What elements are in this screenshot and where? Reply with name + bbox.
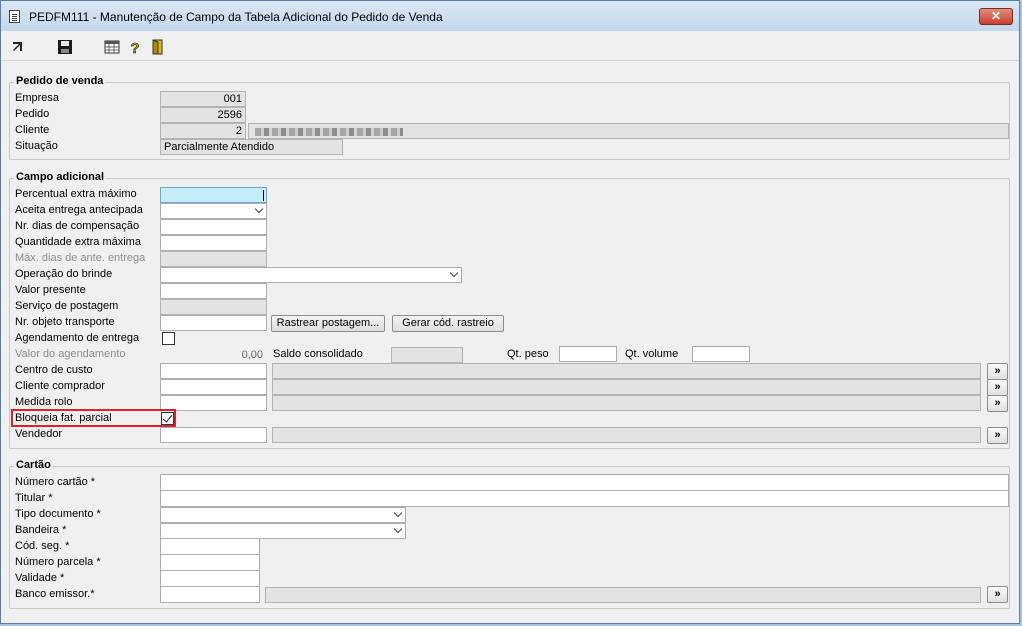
title-bar: PEDFM111 - Manutenção de Campo da Tabela…	[1, 1, 1019, 31]
percentual-input[interactable]	[160, 187, 267, 203]
chevron-down-icon	[393, 508, 403, 518]
toolbar: ?	[1, 31, 1019, 61]
qtd-extra-label: Quantidade extra máxima	[15, 236, 141, 248]
cliente-comprador-label: Cliente comprador	[15, 380, 105, 392]
centro-lookup-button[interactable]: »	[987, 363, 1008, 380]
bloqueia-label: Bloqueia fat. parcial	[15, 412, 112, 424]
qtd-extra-input[interactable]	[160, 235, 267, 251]
chevron-down-icon	[449, 268, 459, 278]
bandeira-select[interactable]	[160, 523, 406, 539]
qt-volume-label: Qt. volume	[625, 348, 679, 360]
nr-objeto-label: Nr. objeto transporte	[15, 316, 115, 328]
medida-label: Medida rolo	[15, 396, 73, 408]
situacao-field[interactable]: Parcialmente Atendido	[160, 139, 343, 155]
save-icon[interactable]	[57, 39, 73, 55]
vendedor-lookup-button[interactable]: »	[987, 427, 1008, 444]
valor-presente-input[interactable]	[160, 283, 267, 299]
aceita-select[interactable]	[160, 203, 267, 219]
tipo-documento-label: Tipo documento *	[15, 508, 101, 520]
agendamento-label: Agendamento de entrega	[15, 332, 140, 344]
vendedor-input[interactable]	[160, 427, 267, 443]
validade-label: Validade *	[15, 572, 65, 584]
chevron-down-icon	[393, 524, 403, 534]
medida-description	[272, 395, 981, 411]
max-dias-label: Máx. dias de ante. entrega	[15, 252, 146, 264]
cliente-name-field[interactable]	[248, 123, 1009, 139]
cliente-comprador-lookup-button[interactable]: »	[987, 379, 1008, 396]
banco-emissor-label: Banco emissor.*	[15, 588, 95, 600]
servico-label: Serviço de postagem	[15, 300, 119, 312]
saldo-field	[391, 347, 463, 363]
bloqueia-checkbox[interactable]	[161, 412, 174, 425]
saldo-label: Saldo consolidado	[273, 348, 363, 360]
centro-description	[272, 363, 981, 379]
rastrear-postagem-button[interactable]: Rastrear postagem...	[271, 315, 385, 332]
nr-objeto-input[interactable]	[160, 315, 267, 331]
form-content: Pedido de venda Empresa 001 Pedido 2596 …	[1, 61, 1019, 623]
document-icon	[9, 10, 20, 23]
max-dias-input	[160, 251, 267, 267]
redacted-name	[255, 128, 403, 136]
empresa-label: Empresa	[15, 92, 60, 104]
app-window: PEDFM111 - Manutenção de Campo da Tabela…	[0, 0, 1020, 624]
valor-agendamento-field: 0,00	[160, 347, 267, 363]
percentual-label: Percentual extra máximo	[15, 188, 137, 200]
gerar-cod-rastreio-button[interactable]: Gerar cód. rastreio	[392, 315, 504, 332]
centro-label: Centro de custo	[15, 364, 93, 376]
empresa-field[interactable]: 001	[160, 91, 246, 107]
centro-input[interactable]	[160, 363, 267, 379]
campo-group-title: Campo adicional	[14, 171, 107, 183]
titular-input[interactable]	[160, 490, 1009, 507]
banco-emissor-description	[265, 587, 981, 603]
door-icon[interactable]	[150, 39, 166, 55]
titular-label: Titular *	[15, 492, 53, 504]
numero-parcela-input[interactable]	[160, 554, 260, 571]
grid-icon[interactable]	[104, 39, 120, 55]
numero-cartao-label: Número cartão *	[15, 476, 96, 488]
pedido-label: Pedido	[15, 108, 50, 120]
banco-emissor-input[interactable]	[160, 586, 260, 603]
cliente-comprador-description	[272, 379, 981, 395]
situacao-label: Situação	[15, 140, 58, 152]
bandeira-label: Bandeira *	[15, 524, 67, 536]
nr-dias-input[interactable]	[160, 219, 267, 235]
tipo-documento-select[interactable]	[160, 507, 406, 523]
vendedor-label: Vendedor	[15, 428, 63, 440]
cartao-group-title: Cartão	[14, 459, 53, 471]
nr-dias-label: Nr. dias de compensação	[15, 220, 140, 232]
pedido-field[interactable]: 2596	[160, 107, 246, 123]
aceita-label: Aceita entrega antecipada	[15, 204, 143, 216]
qt-peso-label: Qt. peso	[507, 348, 549, 360]
operacao-select[interactable]	[160, 267, 462, 283]
servico-input	[160, 299, 267, 315]
cliente-code-field[interactable]: 2	[160, 123, 246, 139]
help-icon[interactable]: ?	[127, 39, 143, 55]
exit-icon[interactable]	[10, 39, 26, 55]
validade-input[interactable]	[160, 570, 260, 587]
pedido-group-title: Pedido de venda	[14, 75, 106, 87]
window-title: PEDFM111 - Manutenção de Campo da Tabela…	[29, 10, 443, 24]
medida-lookup-button[interactable]: »	[987, 395, 1008, 412]
cod-seg-input[interactable]	[160, 538, 260, 555]
qt-volume-input[interactable]	[692, 346, 750, 362]
valor-agendamento-label: Valor do agendamento	[15, 348, 126, 360]
valor-presente-label: Valor presente	[15, 284, 86, 296]
banco-emissor-lookup-button[interactable]: »	[987, 586, 1008, 603]
numero-parcela-label: Número parcela *	[15, 556, 101, 568]
cliente-comprador-input[interactable]	[160, 379, 267, 395]
close-button[interactable]: ✕	[979, 8, 1013, 25]
numero-cartao-input[interactable]	[160, 474, 1009, 491]
vendedor-description	[272, 427, 981, 443]
cliente-label: Cliente	[15, 124, 50, 136]
agendamento-checkbox[interactable]	[162, 332, 175, 345]
cod-seg-label: Cód. seg. *	[15, 540, 70, 552]
qt-peso-input[interactable]	[559, 346, 617, 362]
chevron-down-icon	[254, 204, 264, 214]
svg-text:?: ?	[130, 40, 139, 55]
medida-input[interactable]	[160, 395, 267, 411]
operacao-label: Operação do brinde	[15, 268, 113, 280]
